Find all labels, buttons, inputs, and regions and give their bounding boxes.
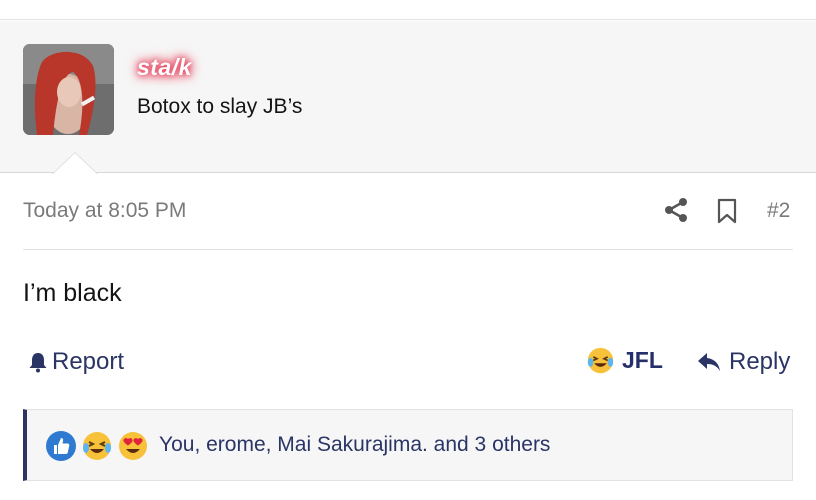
reply-button[interactable]: Reply: [697, 348, 790, 376]
reply-label: Reply: [729, 348, 791, 375]
avatar-photo-icon: [23, 44, 114, 135]
like-icon: [46, 431, 76, 461]
post-timestamp[interactable]: Today at 8:05 PM: [23, 199, 186, 223]
post-meta-bar: Today at 8:05 PM #2: [23, 186, 793, 250]
post-author-block: sta/k Botox to slay JB’s: [0, 21, 816, 174]
post-body-text: I’m black: [23, 279, 122, 307]
jfl-reaction-button[interactable]: JFL: [586, 346, 663, 375]
share-icon[interactable]: [663, 197, 689, 223]
top-divider: [0, 0, 816, 20]
author-title: Botox to slay JB’s: [137, 95, 303, 118]
report-label: Report: [52, 348, 125, 375]
avatar[interactable]: [23, 44, 114, 135]
author-username[interactable]: sta/k: [137, 54, 192, 81]
post-number[interactable]: #2: [767, 199, 790, 223]
report-button[interactable]: Report: [27, 348, 124, 376]
post-action-bar: Report JFL Reply: [23, 345, 793, 385]
reactions-summary-text[interactable]: You, erome, Mai Sakurajima. and 3 others: [159, 433, 550, 457]
jfl-label: JFL: [622, 347, 663, 373]
bookmark-icon[interactable]: [716, 198, 738, 224]
reaction-icons: [45, 430, 153, 462]
reply-arrow-icon: [698, 353, 720, 371]
laughing-tears-icon: [587, 347, 614, 374]
reactions-summary-bar[interactable]: You, erome, Mai Sakurajima. and 3 others: [23, 409, 793, 481]
heart-eyes-icon: [119, 432, 147, 460]
jfl-laughing-icon: [83, 432, 111, 460]
bell-icon: [29, 353, 47, 373]
